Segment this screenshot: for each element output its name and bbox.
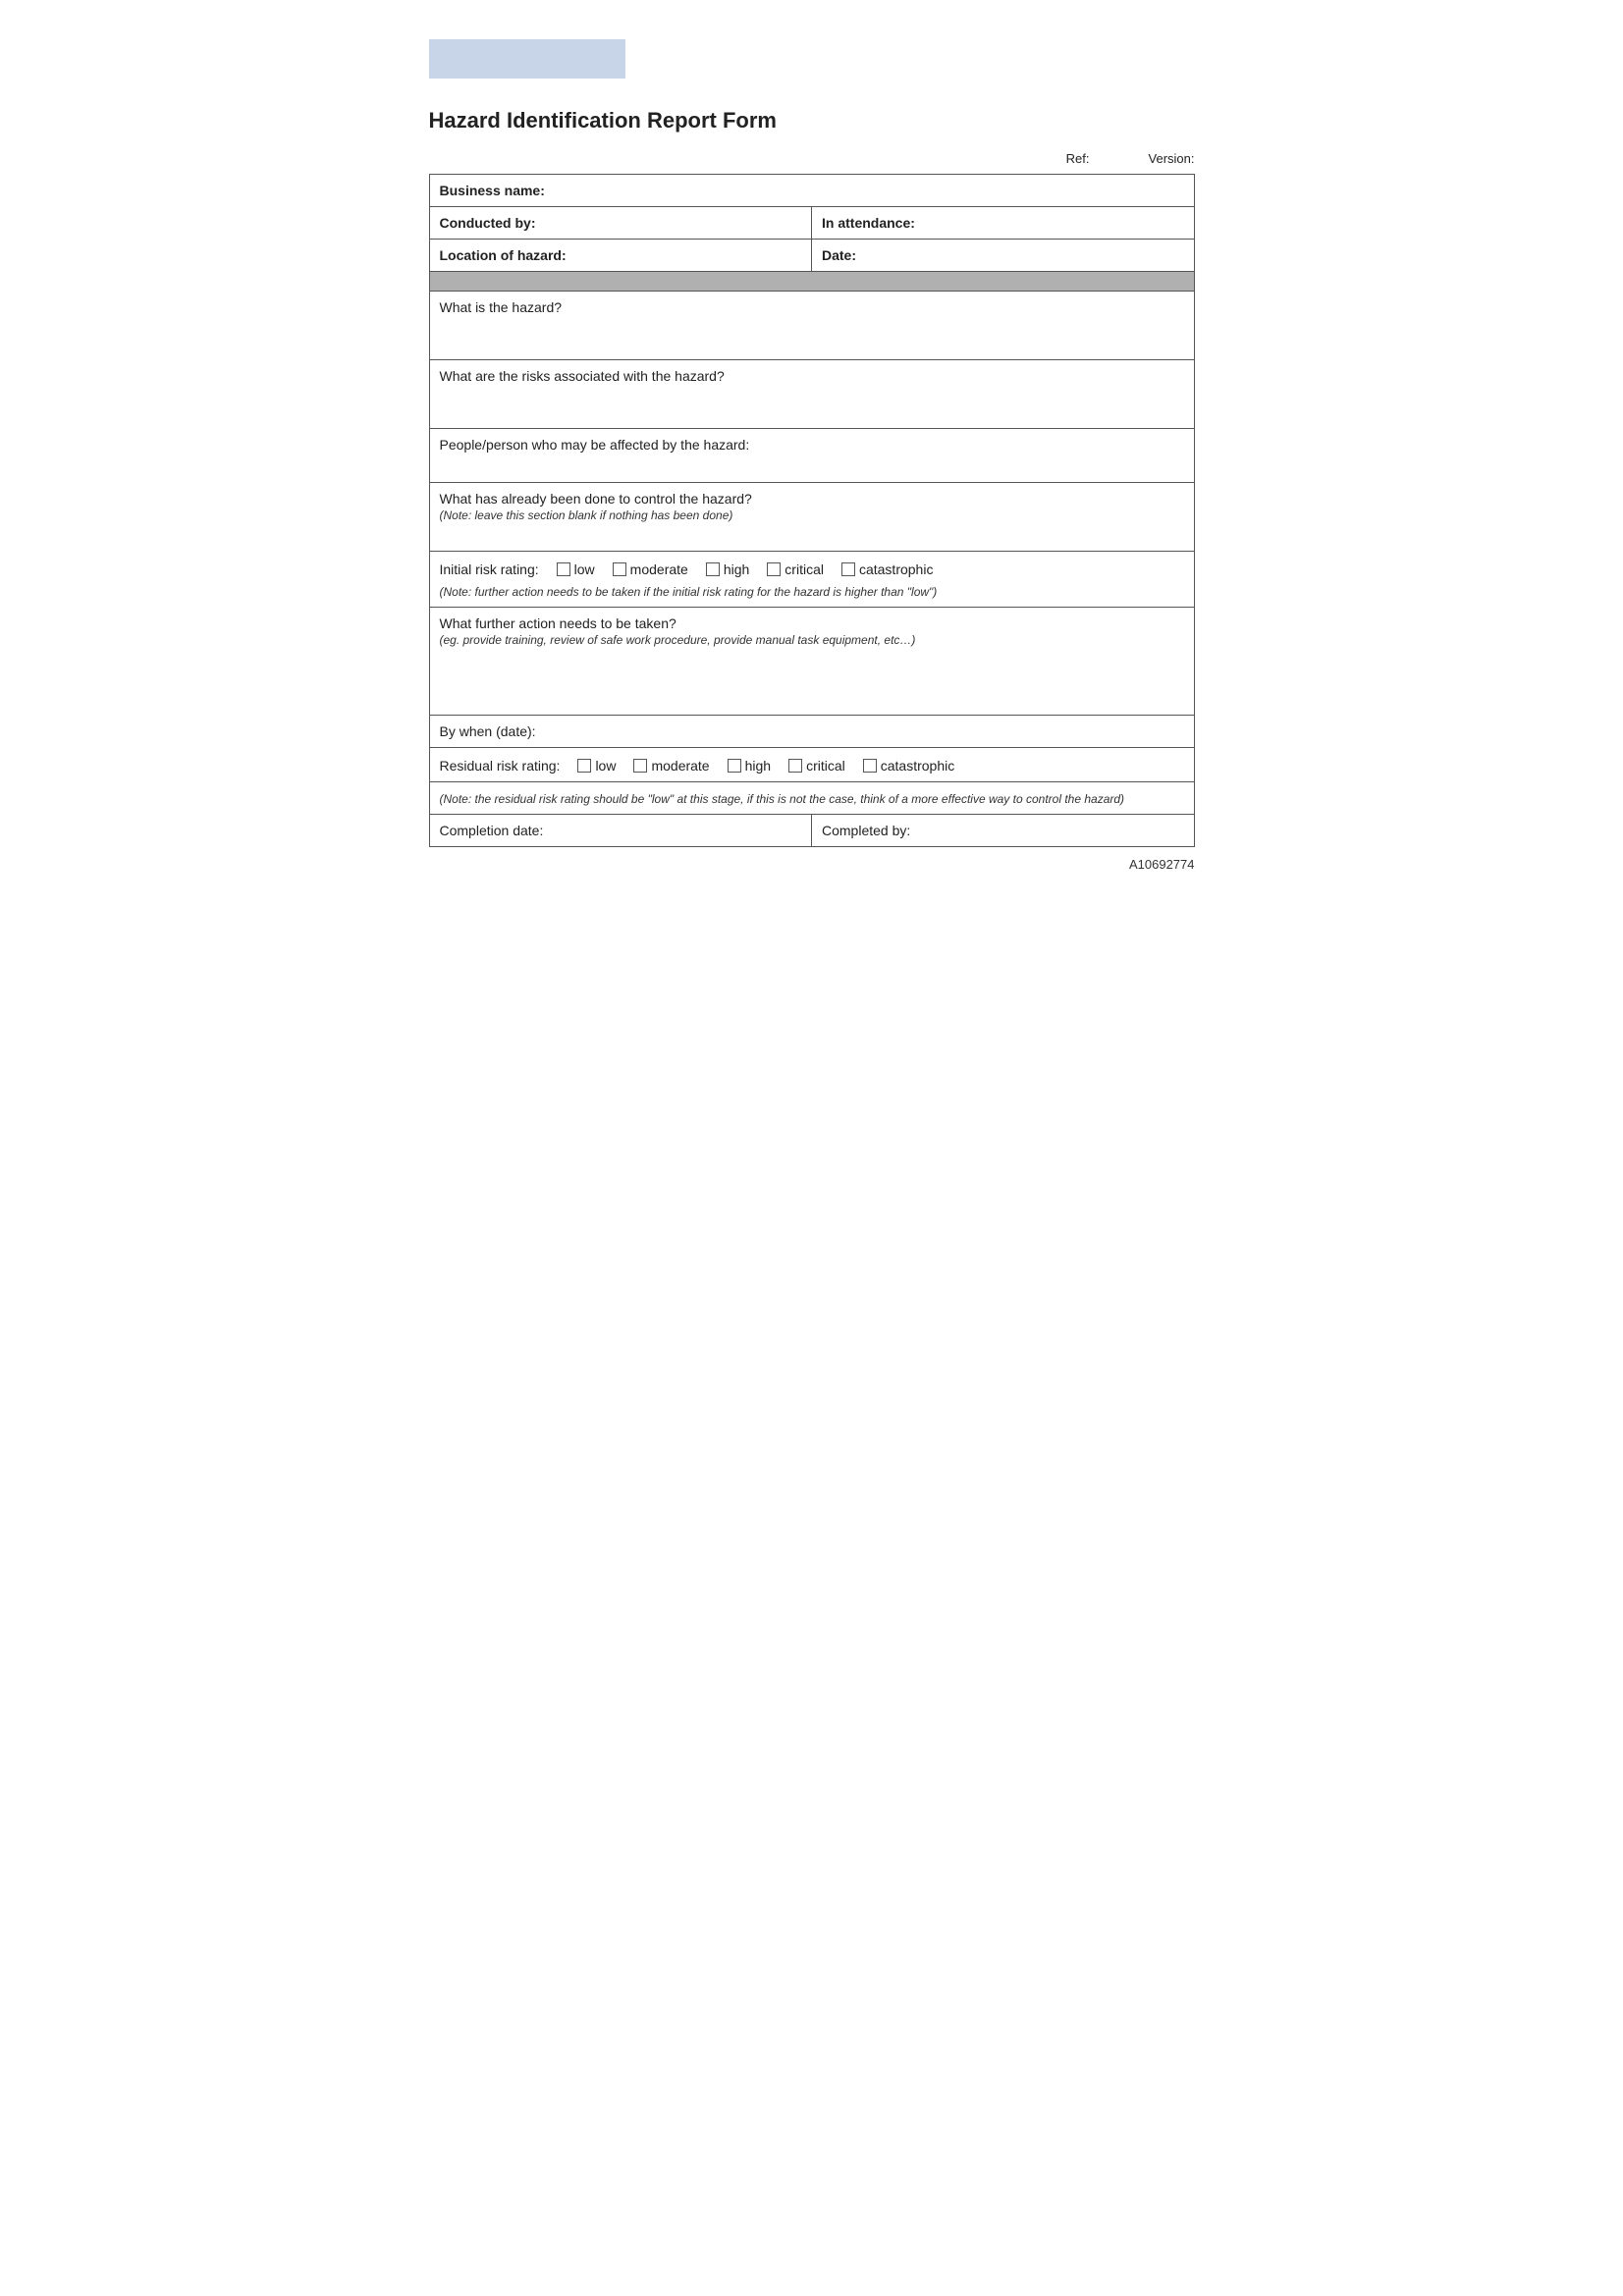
risk-critical-label: critical bbox=[784, 561, 824, 577]
initial-risk-row: Initial risk rating: low moderate high c… bbox=[429, 552, 1194, 608]
checkbox-low-residual[interactable] bbox=[577, 759, 591, 773]
in-attendance-label: In attendance: bbox=[822, 215, 915, 231]
people-cell: People/person who may be affected by the… bbox=[429, 429, 1194, 483]
business-name-row: Business name: bbox=[429, 175, 1194, 207]
residual-note-cell: (Note: the residual risk rating should b… bbox=[429, 782, 1194, 815]
residual-risk-option-low[interactable]: low bbox=[577, 758, 616, 774]
location-date-row: Location of hazard: Date: bbox=[429, 240, 1194, 272]
residual-risk-moderate-label: moderate bbox=[651, 758, 709, 774]
hazard-cell: What is the hazard? bbox=[429, 292, 1194, 360]
people-row: People/person who may be affected by the… bbox=[429, 429, 1194, 483]
location-label: Location of hazard: bbox=[440, 247, 567, 263]
residual-note-row: (Note: the residual risk rating should b… bbox=[429, 782, 1194, 815]
by-when-cell: By when (date): bbox=[429, 716, 1194, 748]
residual-risk-cell: Residual risk rating: low moderate high … bbox=[429, 748, 1194, 782]
date-cell: Date: bbox=[812, 240, 1195, 272]
residual-risk-label: Residual risk rating: bbox=[440, 758, 561, 774]
residual-risk-option-catastrophic[interactable]: catastrophic bbox=[863, 758, 954, 774]
completed-by-cell: Completed by: bbox=[812, 815, 1195, 847]
risks-row: What are the risks associated with the h… bbox=[429, 360, 1194, 429]
completion-row: Completion date: Completed by: bbox=[429, 815, 1194, 847]
residual-risk-catastrophic-label: catastrophic bbox=[881, 758, 954, 774]
conducted-by-label: Conducted by: bbox=[440, 215, 536, 231]
residual-risk-option-moderate[interactable]: moderate bbox=[633, 758, 709, 774]
location-cell: Location of hazard: bbox=[429, 240, 812, 272]
risk-low-label: low bbox=[574, 561, 595, 577]
residual-risk-options: Residual risk rating: low moderate high … bbox=[440, 758, 1184, 774]
completion-date-cell: Completion date: bbox=[429, 815, 812, 847]
version-label: Version: bbox=[1149, 151, 1195, 166]
residual-risk-critical-label: critical bbox=[806, 758, 845, 774]
page-title: Hazard Identification Report Form bbox=[429, 108, 1195, 133]
in-attendance-cell: In attendance: bbox=[812, 207, 1195, 240]
completed-by-label: Completed by: bbox=[822, 823, 910, 838]
hazard-question: What is the hazard? bbox=[440, 299, 563, 315]
checkbox-moderate-residual[interactable] bbox=[633, 759, 647, 773]
date-label: Date: bbox=[822, 247, 856, 263]
risk-moderate-label: moderate bbox=[630, 561, 688, 577]
risk-high-label: high bbox=[724, 561, 749, 577]
risk-option-catastrophic[interactable]: catastrophic bbox=[841, 561, 933, 577]
risk-option-critical[interactable]: critical bbox=[767, 561, 824, 577]
completion-date-label: Completion date: bbox=[440, 823, 544, 838]
section-header-cell bbox=[429, 272, 1194, 292]
checkbox-critical-initial[interactable] bbox=[767, 562, 781, 576]
further-action-cell: What further action needs to be taken? (… bbox=[429, 608, 1194, 716]
conducted-row: Conducted by: In attendance: bbox=[429, 207, 1194, 240]
risk-catastrophic-label: catastrophic bbox=[859, 561, 933, 577]
business-name-cell: Business name: bbox=[429, 175, 1194, 207]
initial-risk-options: Initial risk rating: low moderate high c… bbox=[440, 561, 1184, 577]
further-action-eg: (eg. provide training, review of safe wo… bbox=[440, 633, 916, 647]
control-row: What has already been done to control th… bbox=[429, 483, 1194, 552]
by-when-row: By when (date): bbox=[429, 716, 1194, 748]
control-cell: What has already been done to control th… bbox=[429, 483, 1194, 552]
residual-risk-high-label: high bbox=[745, 758, 771, 774]
risks-cell: What are the risks associated with the h… bbox=[429, 360, 1194, 429]
risk-option-high[interactable]: high bbox=[706, 561, 749, 577]
checkbox-catastrophic-initial[interactable] bbox=[841, 562, 855, 576]
hazard-row: What is the hazard? bbox=[429, 292, 1194, 360]
checkbox-critical-residual[interactable] bbox=[788, 759, 802, 773]
initial-risk-note: (Note: further action needs to be taken … bbox=[440, 585, 938, 599]
people-question: People/person who may be affected by the… bbox=[440, 437, 750, 453]
conducted-by-cell: Conducted by: bbox=[429, 207, 812, 240]
residual-risk-low-label: low bbox=[595, 758, 616, 774]
by-when-label: By when (date): bbox=[440, 723, 536, 739]
business-name-label: Business name: bbox=[440, 183, 545, 198]
control-note: (Note: leave this section blank if nothi… bbox=[440, 508, 733, 522]
initial-risk-cell: Initial risk rating: low moderate high c… bbox=[429, 552, 1194, 608]
logo bbox=[429, 39, 625, 79]
residual-note: (Note: the residual risk rating should b… bbox=[440, 792, 1125, 806]
risk-option-low[interactable]: low bbox=[557, 561, 595, 577]
residual-risk-option-critical[interactable]: critical bbox=[788, 758, 845, 774]
risks-question: What are the risks associated with the h… bbox=[440, 368, 725, 384]
ref-label: Ref: bbox=[1066, 151, 1090, 166]
residual-risk-row: Residual risk rating: low moderate high … bbox=[429, 748, 1194, 782]
initial-risk-label: Initial risk rating: bbox=[440, 561, 539, 577]
checkbox-high-residual[interactable] bbox=[728, 759, 741, 773]
checkbox-high-initial[interactable] bbox=[706, 562, 720, 576]
checkbox-moderate-initial[interactable] bbox=[613, 562, 626, 576]
risk-option-moderate[interactable]: moderate bbox=[613, 561, 688, 577]
further-action-label: What further action needs to be taken? bbox=[440, 615, 676, 631]
section-divider bbox=[429, 272, 1194, 292]
residual-risk-option-high[interactable]: high bbox=[728, 758, 771, 774]
control-label: What has already been done to control th… bbox=[440, 491, 752, 507]
footer-ref: A10692774 bbox=[429, 857, 1195, 872]
checkbox-catastrophic-residual[interactable] bbox=[863, 759, 877, 773]
main-form-table: Business name: Conducted by: In attendan… bbox=[429, 174, 1195, 847]
checkbox-low-initial[interactable] bbox=[557, 562, 570, 576]
further-action-row: What further action needs to be taken? (… bbox=[429, 608, 1194, 716]
